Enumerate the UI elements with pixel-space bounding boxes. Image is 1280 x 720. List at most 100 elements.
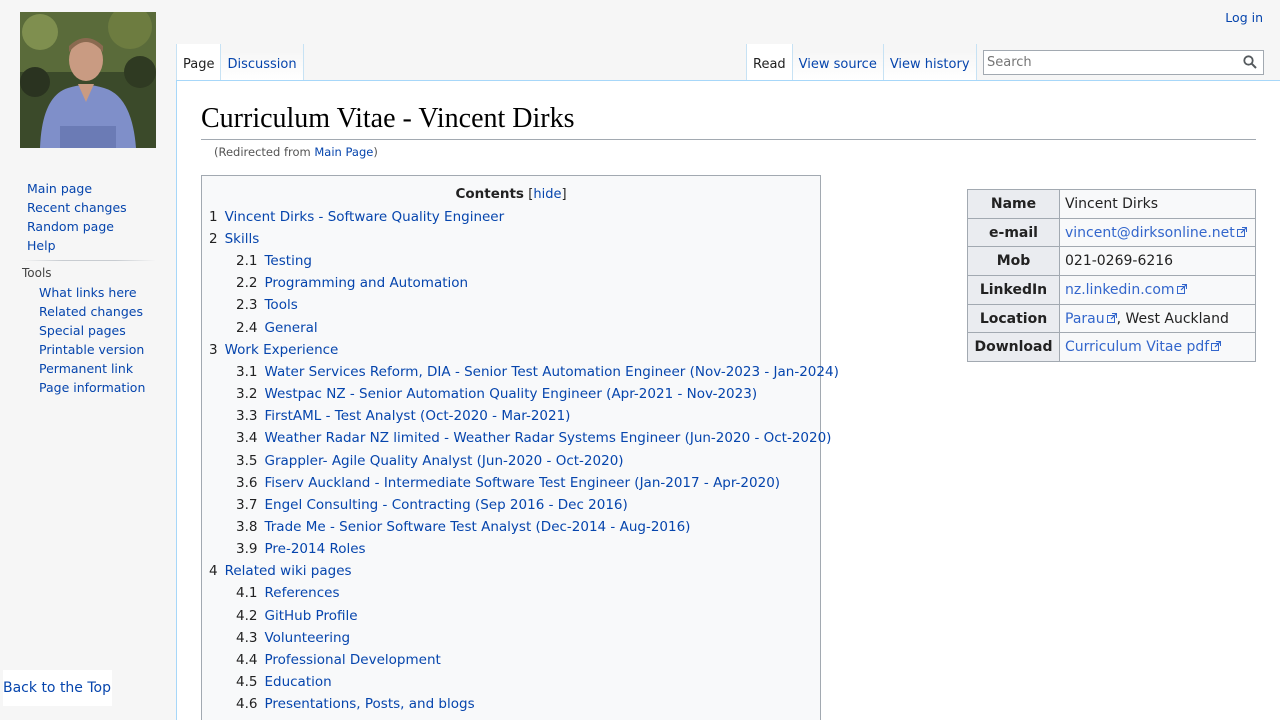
infobox-row: Name Vincent Dirks bbox=[967, 189, 1256, 219]
tool-special-pages[interactable]: Special pages bbox=[39, 323, 126, 338]
toc-subitem: 3.9 Pre-2014 Roles bbox=[209, 538, 813, 560]
toc-subitem: 3.3 FirstAML - Test Analyst (Oct-2020 - M… bbox=[209, 405, 813, 427]
toc-item: 4 Related wiki pages bbox=[209, 560, 813, 582]
toc-subnumber: 3.3 bbox=[236, 408, 258, 425]
toc-subitem: 4.4 Professional Development bbox=[209, 649, 813, 671]
external-link-icon bbox=[1106, 311, 1117, 323]
infobox-row: Download Curriculum Vitae pdf bbox=[967, 332, 1256, 363]
nav-recent-changes[interactable]: Recent changes bbox=[27, 200, 127, 215]
tab-read[interactable]: Read bbox=[746, 44, 793, 80]
tool-related-changes[interactable]: Related changes bbox=[39, 304, 143, 319]
toc-sublink[interactable]: 4.4 Professional Development bbox=[236, 652, 441, 668]
login-link[interactable]: Log in bbox=[1225, 10, 1263, 25]
toc-sublink[interactable]: 3.9 Pre-2014 Roles bbox=[236, 541, 366, 557]
nav-random-page[interactable]: Random page bbox=[27, 219, 114, 234]
tool-page-information[interactable]: Page information bbox=[39, 380, 145, 395]
toc-sublink[interactable]: 2.4 General bbox=[236, 320, 318, 336]
toc-sublink[interactable]: 4.5 Education bbox=[236, 674, 332, 690]
infobox-label: Name bbox=[967, 189, 1060, 219]
toc-subtext: Engel Consulting - Contracting (Sep 2016… bbox=[264, 496, 628, 513]
toc-subtext: Presentations, Posts, and blogs bbox=[264, 696, 475, 713]
search-icon[interactable] bbox=[1243, 54, 1259, 70]
tool-printable-version[interactable]: Printable version bbox=[39, 342, 144, 357]
namespace-tabs: Page Discussion bbox=[176, 44, 304, 80]
toc-subitem: 4.6 Presentations, Posts, and blogs bbox=[209, 693, 813, 715]
infobox-label: Download bbox=[967, 332, 1060, 363]
toc-sublink[interactable]: 3.7 Engel Consulting - Contracting (Sep 2… bbox=[236, 497, 628, 513]
infobox-value-cell: Parau , West Auckland bbox=[1059, 303, 1256, 334]
toc-number: 2 bbox=[209, 231, 218, 247]
personal-tools: Log in bbox=[1225, 10, 1263, 25]
toc-subnumber: 3.6 bbox=[236, 474, 258, 491]
toc-link[interactable]: 4 Related wiki pages bbox=[209, 563, 352, 579]
logo-profile-photo[interactable] bbox=[20, 12, 156, 148]
toc-hide-toggle[interactable]: hide bbox=[533, 187, 561, 202]
toc-sublink[interactable]: 4.3 Volunteering bbox=[236, 630, 350, 646]
toc-link[interactable]: 2 Skills bbox=[209, 231, 259, 247]
navigation-portal: Main page Recent changes Random page Hel… bbox=[27, 179, 127, 255]
toc-sublink[interactable]: 3.1 Water Services Reform, DIA - Senior T… bbox=[236, 364, 839, 380]
tools-divider bbox=[22, 260, 156, 261]
infobox-link-text: Parau bbox=[1065, 310, 1105, 327]
infobox-link-text: vincent@dirksonline.net bbox=[1065, 224, 1235, 241]
toc-subtext: Programming and Automation bbox=[264, 275, 469, 292]
tab-discussion[interactable]: Discussion bbox=[221, 44, 304, 80]
toc-sublink[interactable]: 3.2 Westpac NZ - Senior Automation Qualit… bbox=[236, 386, 757, 402]
infobox-label: LinkedIn bbox=[967, 275, 1060, 305]
toc-subnumber: 4.3 bbox=[236, 629, 258, 646]
search-input[interactable] bbox=[984, 51, 1234, 74]
toc-sublink[interactable]: 3.8 Trade Me - Senior Software Test Analy… bbox=[236, 519, 690, 535]
infobox-value: 021-0269-6216 bbox=[1065, 253, 1174, 270]
toc-sublink[interactable]: 4.6 Presentations, Posts, and blogs bbox=[236, 696, 475, 712]
toc-subitem: 2.4 General bbox=[209, 317, 813, 339]
infobox-external-link[interactable]: vincent@dirksonline.net bbox=[1065, 225, 1247, 241]
toc-subitem: 3.7 Engel Consulting - Contracting (Sep 2… bbox=[209, 494, 813, 516]
nav-main-page[interactable]: Main page bbox=[27, 181, 92, 196]
toc-subitem: 4.2 GitHub Profile bbox=[209, 605, 813, 627]
toc-sublink[interactable]: 3.3 FirstAML - Test Analyst (Oct-2020 - M… bbox=[236, 408, 570, 424]
toc-subtext: References bbox=[264, 585, 340, 602]
toc-text: Vincent Dirks - Software Quality Enginee… bbox=[224, 209, 505, 225]
redirect-prefix: (Redirected from bbox=[214, 145, 315, 159]
toc-subitem: 4.1 References bbox=[209, 582, 813, 604]
tools-heading: Tools bbox=[22, 266, 52, 280]
toc-subnumber: 4.5 bbox=[236, 674, 258, 691]
toc-link[interactable]: 1 Vincent Dirks - Software Quality Engine… bbox=[209, 209, 504, 225]
toc-sublink[interactable]: 3.6 Fiserv Auckland - Intermediate Softwa… bbox=[236, 475, 780, 491]
tool-what-links-here[interactable]: What links here bbox=[39, 285, 137, 300]
toc-sublink[interactable]: 2.1 Testing bbox=[236, 253, 312, 269]
toc-subitem: 3.4 Weather Radar NZ limited - Weather Ra… bbox=[209, 427, 831, 449]
redirect-notice: (Redirected from Main Page) bbox=[214, 145, 378, 159]
toc-subnumber: 4.6 bbox=[236, 696, 258, 713]
toc-subnumber: 4.1 bbox=[236, 585, 258, 602]
toc-sublink[interactable]: 4.2 GitHub Profile bbox=[236, 608, 358, 624]
infobox-external-link[interactable]: Curriculum Vitae pdf bbox=[1065, 339, 1222, 356]
infobox-external-link[interactable]: Parau bbox=[1065, 311, 1117, 327]
nav-help[interactable]: Help bbox=[27, 238, 56, 253]
tab-view-history[interactable]: View history bbox=[883, 44, 977, 80]
toc-sublink[interactable]: 3.5 Grappler- Agile Quality Analyst (Jun-… bbox=[236, 453, 624, 469]
redirect-suffix: ) bbox=[373, 145, 378, 159]
toc-subitem: 2.3 Tools bbox=[209, 294, 813, 316]
tab-page[interactable]: Page bbox=[176, 44, 222, 80]
infobox-row: Location Parau , West Auckland bbox=[967, 303, 1256, 334]
toc-subtext: Professional Development bbox=[264, 652, 441, 668]
toc-sublink[interactable]: 3.4 Weather Radar NZ limited - Weather Ra… bbox=[236, 430, 831, 446]
toc-sublink[interactable]: 4.1 References bbox=[236, 585, 340, 601]
redirect-source-link[interactable]: Main Page bbox=[314, 145, 373, 159]
toc-subitem: 3.5 Grappler- Agile Quality Analyst (Jun-… bbox=[209, 450, 813, 472]
toc-subitem: 3.1 Water Services Reform, DIA - Senior T… bbox=[209, 361, 839, 383]
toc-sublink[interactable]: 2.3 Tools bbox=[236, 297, 298, 313]
infobox-link-text: Curriculum Vitae pdf bbox=[1065, 339, 1210, 356]
external-link-icon bbox=[1236, 225, 1247, 237]
tool-permanent-link[interactable]: Permanent link bbox=[39, 361, 133, 376]
infobox-external-link[interactable]: nz.linkedin.com bbox=[1065, 282, 1187, 298]
infobox: Name Vincent Dirks e-mail vincent@dirksonli… bbox=[967, 189, 1256, 363]
toc-subtext: FirstAML - Test Analyst (Oct-2020 - Mar-… bbox=[264, 408, 571, 425]
toc-link[interactable]: 3 Work Experience bbox=[209, 342, 338, 358]
toc-text: Related wiki pages bbox=[224, 563, 352, 580]
back-to-top-button[interactable]: Back to the Top bbox=[3, 670, 112, 706]
toc-sublink[interactable]: 2.2 Programming and Automation bbox=[236, 275, 468, 291]
tab-view-source[interactable]: View source bbox=[792, 44, 884, 80]
external-link-icon bbox=[1176, 282, 1187, 294]
